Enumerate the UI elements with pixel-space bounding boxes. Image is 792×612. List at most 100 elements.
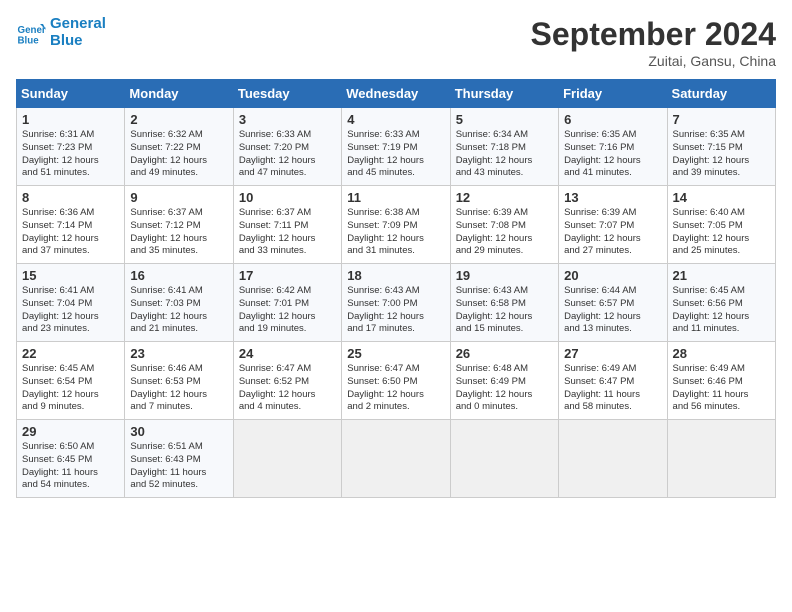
day-number: 13 bbox=[564, 190, 661, 205]
day-info: Sunrise: 6:47 AM Sunset: 6:50 PM Dayligh… bbox=[347, 363, 444, 414]
svg-text:General: General bbox=[18, 25, 47, 36]
day-info: Sunrise: 6:32 AM Sunset: 7:22 PM Dayligh… bbox=[130, 129, 227, 180]
day-info: Sunrise: 6:31 AM Sunset: 7:23 PM Dayligh… bbox=[22, 129, 119, 180]
col-wednesday: Wednesday bbox=[342, 80, 450, 108]
day-info: Sunrise: 6:34 AM Sunset: 7:18 PM Dayligh… bbox=[456, 129, 553, 180]
table-row bbox=[342, 420, 450, 498]
table-row: 24 Sunrise: 6:47 AM Sunset: 6:52 PM Dayl… bbox=[233, 342, 341, 420]
day-number: 30 bbox=[130, 424, 227, 439]
day-info: Sunrise: 6:49 AM Sunset: 6:47 PM Dayligh… bbox=[564, 363, 661, 414]
table-row bbox=[450, 420, 558, 498]
calendar-week-row: 22 Sunrise: 6:45 AM Sunset: 6:54 PM Dayl… bbox=[17, 342, 776, 420]
day-info: Sunrise: 6:49 AM Sunset: 6:46 PM Dayligh… bbox=[673, 363, 770, 414]
day-info: Sunrise: 6:43 AM Sunset: 7:00 PM Dayligh… bbox=[347, 285, 444, 336]
day-number: 16 bbox=[130, 268, 227, 283]
table-row: 21 Sunrise: 6:45 AM Sunset: 6:56 PM Dayl… bbox=[667, 264, 775, 342]
day-number: 27 bbox=[564, 346, 661, 361]
day-info: Sunrise: 6:48 AM Sunset: 6:49 PM Dayligh… bbox=[456, 363, 553, 414]
day-info: Sunrise: 6:39 AM Sunset: 7:07 PM Dayligh… bbox=[564, 207, 661, 258]
day-number: 11 bbox=[347, 190, 444, 205]
day-info: Sunrise: 6:50 AM Sunset: 6:45 PM Dayligh… bbox=[22, 441, 119, 492]
day-info: Sunrise: 6:36 AM Sunset: 7:14 PM Dayligh… bbox=[22, 207, 119, 258]
col-tuesday: Tuesday bbox=[233, 80, 341, 108]
day-info: Sunrise: 6:37 AM Sunset: 7:11 PM Dayligh… bbox=[239, 207, 336, 258]
table-row: 23 Sunrise: 6:46 AM Sunset: 6:53 PM Dayl… bbox=[125, 342, 233, 420]
table-row: 30 Sunrise: 6:51 AM Sunset: 6:43 PM Dayl… bbox=[125, 420, 233, 498]
day-info: Sunrise: 6:45 AM Sunset: 6:54 PM Dayligh… bbox=[22, 363, 119, 414]
day-number: 12 bbox=[456, 190, 553, 205]
table-row: 9 Sunrise: 6:37 AM Sunset: 7:12 PM Dayli… bbox=[125, 186, 233, 264]
table-row: 18 Sunrise: 6:43 AM Sunset: 7:00 PM Dayl… bbox=[342, 264, 450, 342]
col-sunday: Sunday bbox=[17, 80, 125, 108]
logo-icon: General Blue bbox=[16, 18, 46, 48]
day-info: Sunrise: 6:38 AM Sunset: 7:09 PM Dayligh… bbox=[347, 207, 444, 258]
day-info: Sunrise: 6:35 AM Sunset: 7:15 PM Dayligh… bbox=[673, 129, 770, 180]
table-row: 28 Sunrise: 6:49 AM Sunset: 6:46 PM Dayl… bbox=[667, 342, 775, 420]
col-monday: Monday bbox=[125, 80, 233, 108]
col-thursday: Thursday bbox=[450, 80, 558, 108]
table-row: 7 Sunrise: 6:35 AM Sunset: 7:15 PM Dayli… bbox=[667, 108, 775, 186]
day-info: Sunrise: 6:47 AM Sunset: 6:52 PM Dayligh… bbox=[239, 363, 336, 414]
day-number: 6 bbox=[564, 112, 661, 127]
logo-text: GeneralBlue bbox=[50, 16, 106, 49]
day-number: 29 bbox=[22, 424, 119, 439]
table-row: 5 Sunrise: 6:34 AM Sunset: 7:18 PM Dayli… bbox=[450, 108, 558, 186]
table-row bbox=[559, 420, 667, 498]
day-info: Sunrise: 6:35 AM Sunset: 7:16 PM Dayligh… bbox=[564, 129, 661, 180]
calendar-week-row: 8 Sunrise: 6:36 AM Sunset: 7:14 PM Dayli… bbox=[17, 186, 776, 264]
day-info: Sunrise: 6:44 AM Sunset: 6:57 PM Dayligh… bbox=[564, 285, 661, 336]
calendar-week-row: 29 Sunrise: 6:50 AM Sunset: 6:45 PM Dayl… bbox=[17, 420, 776, 498]
table-row: 20 Sunrise: 6:44 AM Sunset: 6:57 PM Dayl… bbox=[559, 264, 667, 342]
day-number: 10 bbox=[239, 190, 336, 205]
day-info: Sunrise: 6:45 AM Sunset: 6:56 PM Dayligh… bbox=[673, 285, 770, 336]
day-info: Sunrise: 6:40 AM Sunset: 7:05 PM Dayligh… bbox=[673, 207, 770, 258]
day-number: 8 bbox=[22, 190, 119, 205]
logo: General Blue GeneralBlue bbox=[16, 16, 106, 49]
table-row: 19 Sunrise: 6:43 AM Sunset: 6:58 PM Dayl… bbox=[450, 264, 558, 342]
day-number: 25 bbox=[347, 346, 444, 361]
table-row: 12 Sunrise: 6:39 AM Sunset: 7:08 PM Dayl… bbox=[450, 186, 558, 264]
page-header: General Blue GeneralBlue September 2024 … bbox=[16, 16, 776, 69]
table-row bbox=[667, 420, 775, 498]
day-number: 17 bbox=[239, 268, 336, 283]
day-number: 28 bbox=[673, 346, 770, 361]
table-row: 17 Sunrise: 6:42 AM Sunset: 7:01 PM Dayl… bbox=[233, 264, 341, 342]
day-number: 15 bbox=[22, 268, 119, 283]
svg-text:Blue: Blue bbox=[18, 35, 40, 46]
day-info: Sunrise: 6:33 AM Sunset: 7:19 PM Dayligh… bbox=[347, 129, 444, 180]
col-friday: Friday bbox=[559, 80, 667, 108]
location: Zuitai, Gansu, China bbox=[531, 53, 776, 69]
day-number: 7 bbox=[673, 112, 770, 127]
table-row: 1 Sunrise: 6:31 AM Sunset: 7:23 PM Dayli… bbox=[17, 108, 125, 186]
table-row: 22 Sunrise: 6:45 AM Sunset: 6:54 PM Dayl… bbox=[17, 342, 125, 420]
day-info: Sunrise: 6:33 AM Sunset: 7:20 PM Dayligh… bbox=[239, 129, 336, 180]
col-saturday: Saturday bbox=[667, 80, 775, 108]
table-row: 10 Sunrise: 6:37 AM Sunset: 7:11 PM Dayl… bbox=[233, 186, 341, 264]
day-number: 22 bbox=[22, 346, 119, 361]
calendar-week-row: 15 Sunrise: 6:41 AM Sunset: 7:04 PM Dayl… bbox=[17, 264, 776, 342]
day-info: Sunrise: 6:37 AM Sunset: 7:12 PM Dayligh… bbox=[130, 207, 227, 258]
table-row: 16 Sunrise: 6:41 AM Sunset: 7:03 PM Dayl… bbox=[125, 264, 233, 342]
day-number: 23 bbox=[130, 346, 227, 361]
table-row: 26 Sunrise: 6:48 AM Sunset: 6:49 PM Dayl… bbox=[450, 342, 558, 420]
table-row: 13 Sunrise: 6:39 AM Sunset: 7:07 PM Dayl… bbox=[559, 186, 667, 264]
day-number: 9 bbox=[130, 190, 227, 205]
calendar-table: Sunday Monday Tuesday Wednesday Thursday… bbox=[16, 79, 776, 498]
day-info: Sunrise: 6:43 AM Sunset: 6:58 PM Dayligh… bbox=[456, 285, 553, 336]
table-row: 29 Sunrise: 6:50 AM Sunset: 6:45 PM Dayl… bbox=[17, 420, 125, 498]
day-info: Sunrise: 6:42 AM Sunset: 7:01 PM Dayligh… bbox=[239, 285, 336, 336]
table-row: 25 Sunrise: 6:47 AM Sunset: 6:50 PM Dayl… bbox=[342, 342, 450, 420]
table-row: 14 Sunrise: 6:40 AM Sunset: 7:05 PM Dayl… bbox=[667, 186, 775, 264]
day-info: Sunrise: 6:51 AM Sunset: 6:43 PM Dayligh… bbox=[130, 441, 227, 492]
table-row bbox=[233, 420, 341, 498]
table-row: 27 Sunrise: 6:49 AM Sunset: 6:47 PM Dayl… bbox=[559, 342, 667, 420]
day-info: Sunrise: 6:41 AM Sunset: 7:04 PM Dayligh… bbox=[22, 285, 119, 336]
table-row: 15 Sunrise: 6:41 AM Sunset: 7:04 PM Dayl… bbox=[17, 264, 125, 342]
table-row: 6 Sunrise: 6:35 AM Sunset: 7:16 PM Dayli… bbox=[559, 108, 667, 186]
day-number: 14 bbox=[673, 190, 770, 205]
calendar-header-row: Sunday Monday Tuesday Wednesday Thursday… bbox=[17, 80, 776, 108]
table-row: 8 Sunrise: 6:36 AM Sunset: 7:14 PM Dayli… bbox=[17, 186, 125, 264]
table-row: 2 Sunrise: 6:32 AM Sunset: 7:22 PM Dayli… bbox=[125, 108, 233, 186]
day-number: 24 bbox=[239, 346, 336, 361]
day-number: 20 bbox=[564, 268, 661, 283]
